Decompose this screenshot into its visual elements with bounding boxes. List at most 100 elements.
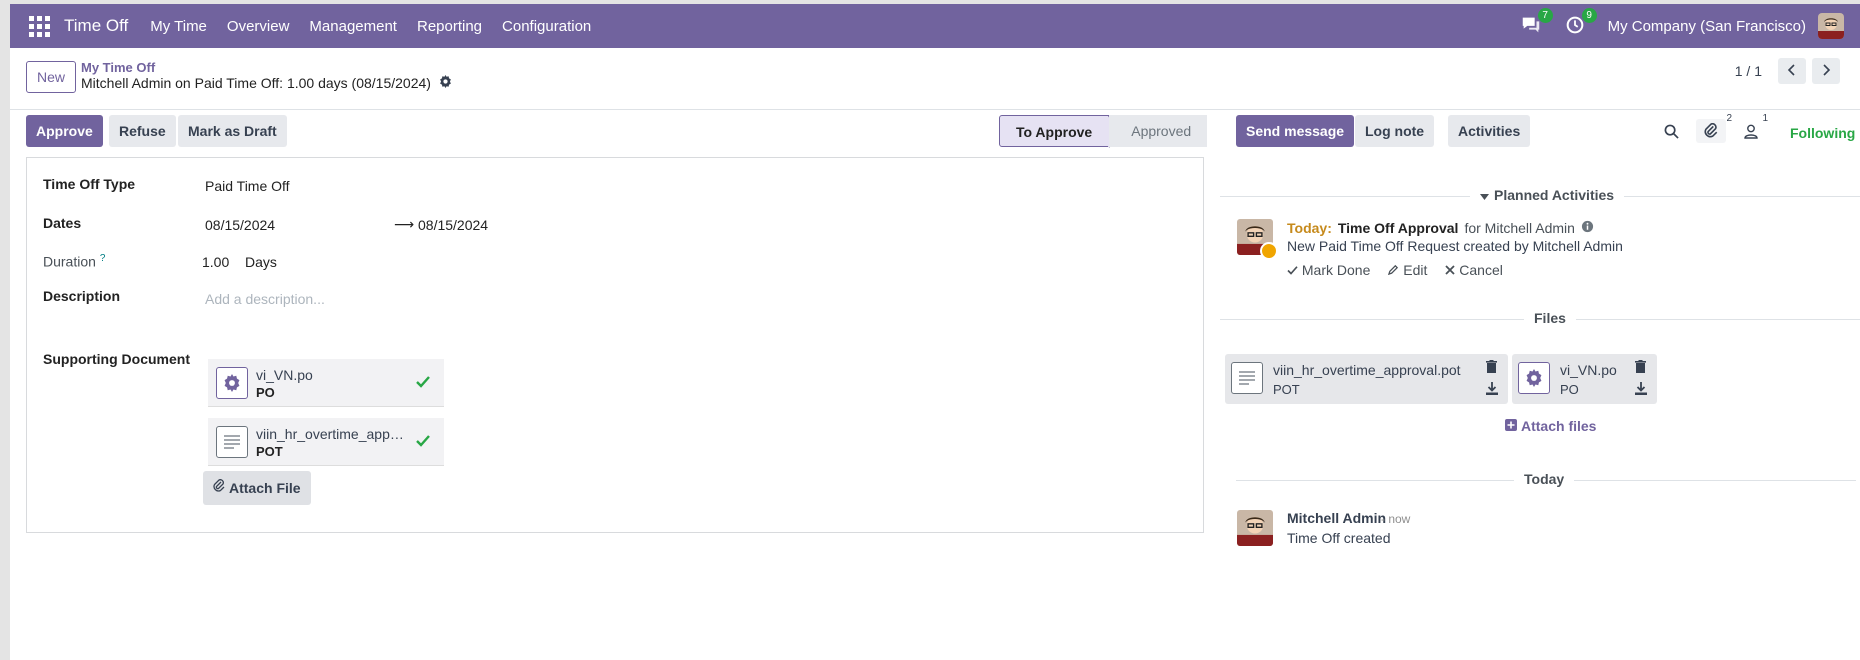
page: Time Off My Time Overview Management Rep… [10,4,1860,660]
duration-days-field[interactable]: 1.00 [202,254,229,270]
message-body: Time Off created [1287,530,1391,546]
attach-file-label: Attach File [229,480,301,496]
message-author-avatar[interactable] [1237,510,1273,546]
refuse-button[interactable]: Refuse [109,115,176,147]
gear-icon[interactable] [439,75,452,91]
stage-approved-label: Approved [1131,123,1192,139]
trash-icon[interactable] [1635,360,1649,374]
file-extension: POT [1273,382,1300,397]
activity-summary: Time Off Approval [1337,220,1459,236]
form-sheet: Time Off Type Paid Time Off Dates 08/15/… [26,157,1204,533]
user-icon[interactable]: 1 [1740,113,1768,143]
file-name: viin_hr_overtime_approval.pot [1273,362,1461,378]
edit-activity-button[interactable]: Edit [1388,262,1427,278]
cancel-label: Cancel [1459,262,1503,278]
approve-button[interactable]: Approve [26,115,103,147]
attachment-extension: POT [256,444,283,459]
user-avatar[interactable] [1818,13,1844,39]
time-off-type-label: Time Off Type [43,176,136,192]
search-icon[interactable] [1660,119,1682,143]
breadcrumb-my-time-off[interactable]: My Time Off [81,60,155,75]
activities-badge: 9 [1581,8,1597,23]
send-message-button[interactable]: Send message [1236,115,1355,147]
message-date: - now [1381,512,1411,526]
pager: 1 / 1 [1735,58,1840,84]
menu-overview[interactable]: Overview [227,18,290,35]
time-off-type-field[interactable]: Paid Time Off [205,178,290,194]
file-extension: PO [1560,382,1579,397]
description-field[interactable]: Add a description... [205,291,325,307]
navbar-systray: 7 9 My Company (San Francisco) [1520,4,1860,48]
message-author[interactable]: Mitchell Admin [1287,510,1386,526]
long-arrow-right-icon: ⟶ [394,216,415,232]
control-panel: New My Time Off Mitchell Admin on Paid T… [10,48,1860,110]
pager-value[interactable]: 1 / 1 [1735,63,1762,79]
activity-type-icon [1260,242,1278,260]
mark-done-button[interactable]: Mark Done [1287,262,1370,278]
download-icon[interactable] [1635,382,1649,396]
attachment-name: viin_hr_overtime_approval.pot [256,426,406,442]
cancel-activity-button[interactable]: Cancel [1445,262,1503,278]
record-title-row: Mitchell Admin on Paid Time Off: 1.00 da… [81,75,452,91]
activity-assignee: for Mitchell Admin [1464,220,1575,236]
attachments-count: 2 [1726,113,1732,124]
stage-approved[interactable]: Approved [1109,115,1208,147]
chevron-left-icon [1787,63,1797,79]
duration-label: Duration ? [43,253,105,270]
activities-button[interactable]: Activities [1448,115,1531,147]
chatter-topbar-tools: 2 1 [1660,113,1768,143]
new-button[interactable]: New [26,61,77,93]
date-to-field[interactable]: 08/15/2024 [418,217,488,233]
log-note-button[interactable]: Log note [1355,115,1435,147]
check-icon [1287,262,1298,278]
app-brand[interactable]: Time Off [64,16,128,36]
menu-management[interactable]: Management [309,18,397,35]
download-icon[interactable] [1486,382,1500,396]
menu-configuration[interactable]: Configuration [502,18,591,35]
apps-menu-icon[interactable] [26,13,52,39]
trash-icon[interactable] [1486,360,1500,374]
planned-activities-title: Planned Activities [1494,187,1615,203]
main-navbar: Time Off My Time Overview Management Rep… [10,4,1860,48]
gear-file-icon [216,367,248,399]
activity-clock-icon[interactable]: 9 [1564,8,1597,38]
info-icon[interactable] [1581,220,1594,236]
followers-count: 1 [1762,113,1768,124]
record-title: Mitchell Admin on Paid Time Off: 1.00 da… [81,75,431,91]
paperclip-icon[interactable]: 2 [1696,113,1732,143]
activity-header: Today: Time Off Approval for Mitchell Ad… [1287,220,1594,236]
activity-note: New Paid Time Off Request created by Mit… [1287,238,1623,254]
mark-done-label: Mark Done [1301,262,1371,278]
file-card[interactable]: viin_hr_overtime_approval.pot POT [1225,354,1508,404]
gear-file-icon [1518,362,1550,394]
pager-next-button[interactable] [1812,58,1840,84]
chevron-right-icon [1821,63,1831,79]
status-bar: To Approve Approved [999,115,1208,148]
stage-to-approve[interactable]: To Approve [999,115,1122,148]
attach-file-button[interactable]: Attach File [203,471,311,505]
menu-reporting[interactable]: Reporting [417,18,482,35]
attach-files-button[interactable]: Attach files [1505,418,1596,434]
date-from-field[interactable]: 08/15/2024 [205,217,275,233]
mark-as-draft-button[interactable]: Mark as Draft [178,115,287,147]
help-tooltip-icon[interactable]: ? [100,253,106,264]
company-switcher[interactable]: My Company (San Francisco) [1608,18,1806,35]
attachment-card[interactable]: vi_VN.po PO [208,359,444,407]
file-card[interactable]: vi_VN.po PO [1512,354,1657,404]
stage-to-approve-label: To Approve [1016,124,1093,140]
attachment-card[interactable]: viin_hr_overtime_approval.pot POT [208,418,444,466]
activity-due-label: Today: [1287,220,1332,236]
description-label: Description [43,288,121,304]
pencil-icon [1388,262,1399,278]
menu-my-time[interactable]: My Time [150,18,207,35]
following-button[interactable]: Following [1790,125,1855,141]
messaging-icon[interactable]: 7 [1520,8,1553,38]
check-icon [416,375,430,391]
close-icon [1445,262,1456,278]
dates-label: Dates [43,215,82,231]
files-title: Files [1524,310,1576,326]
pager-previous-button[interactable] [1778,58,1806,84]
text-file-icon [216,426,248,458]
planned-activities-toggle[interactable]: Planned Activities [1470,187,1625,203]
messages-badge: 7 [1537,8,1553,23]
